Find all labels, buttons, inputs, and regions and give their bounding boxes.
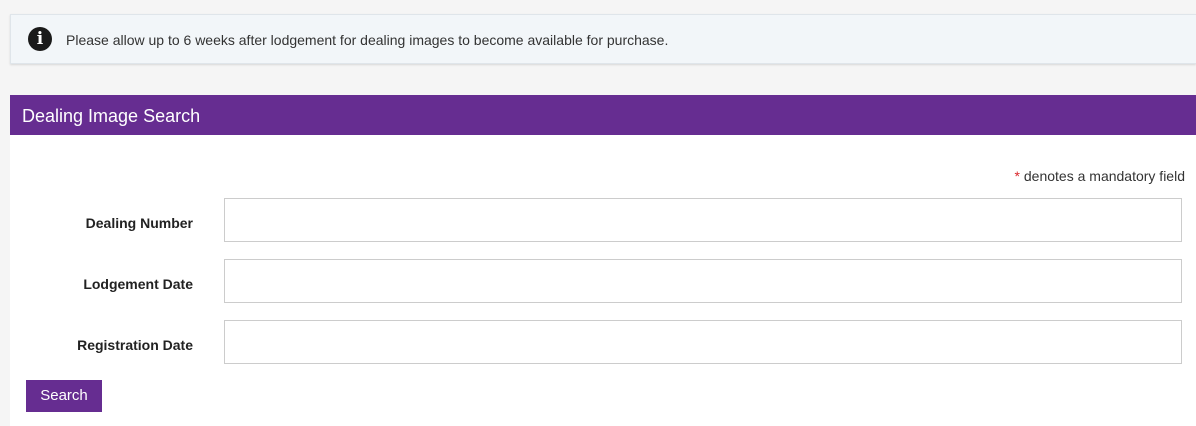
mandatory-note-text: denotes a mandatory field [1020, 168, 1185, 184]
lodgement-date-input[interactable] [224, 259, 1182, 303]
dealing-number-input[interactable] [224, 198, 1182, 242]
info-icon: i [28, 27, 52, 51]
registration-date-label: Registration Date [77, 337, 193, 353]
notice-text: Please allow up to 6 weeks after lodgeme… [66, 32, 669, 48]
mandatory-field-note: * denotes a mandatory field [1015, 167, 1185, 185]
panel-title: Dealing Image Search [22, 106, 201, 126]
info-notice: i Please allow up to 6 weeks after lodge… [10, 14, 1196, 64]
search-button[interactable]: Search [26, 380, 102, 412]
registration-date-input[interactable] [224, 320, 1182, 364]
panel-header: Dealing Image Search [10, 95, 1196, 135]
dealing-number-label: Dealing Number [85, 215, 193, 231]
lodgement-date-label: Lodgement Date [83, 276, 193, 292]
dealing-image-search-panel: Dealing Image Search * denotes a mandato… [10, 95, 1196, 426]
